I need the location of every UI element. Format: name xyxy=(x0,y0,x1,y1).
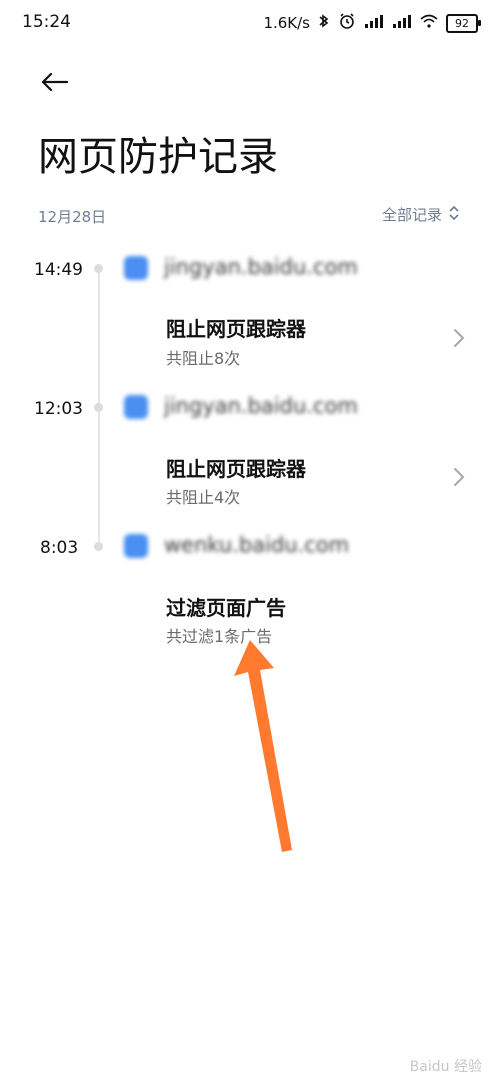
battery-indicator: 92 xyxy=(446,13,481,33)
record-time: 8:03 xyxy=(40,538,79,558)
site-domain: wenku.baidu.com xyxy=(164,533,350,557)
filter-dropdown[interactable]: 全部记录 xyxy=(382,204,460,225)
site-domain: jingyan.baidu.com xyxy=(164,394,358,418)
watermark-text: Baidu 经验 xyxy=(409,1059,482,1075)
chevron-right-icon[interactable] xyxy=(450,326,468,350)
record-subtitle: 共阻止8次 xyxy=(166,349,241,368)
status-time: 15:24 xyxy=(22,12,71,32)
date-label: 12月28日 xyxy=(38,208,107,226)
record-title[interactable]: 阻止网页跟踪器 xyxy=(166,313,306,342)
network-speed: 1.6K/s xyxy=(263,14,310,32)
record-time: 14:49 xyxy=(34,260,83,280)
status-icons: 1.6K/s 92 xyxy=(263,12,481,34)
site-icon xyxy=(124,534,148,558)
record-subtitle: 共阻止4次 xyxy=(166,488,241,507)
signal-hd-icon xyxy=(392,14,412,32)
filter-label: 全部记录 xyxy=(381,206,442,224)
signal-icon xyxy=(364,14,384,32)
record-time: 12:03 xyxy=(34,399,83,419)
page-title: 网页防护记录 xyxy=(38,134,278,180)
sort-updown-icon xyxy=(448,205,460,224)
record-title[interactable]: 阻止网页跟踪器 xyxy=(166,453,306,482)
back-button[interactable] xyxy=(30,64,78,100)
status-bar: 15:24 1.6K/s 92 xyxy=(0,0,500,44)
wifi-icon xyxy=(420,14,438,32)
site-domain: jingyan.baidu.com xyxy=(164,255,358,279)
back-arrow-icon xyxy=(41,72,69,92)
battery-level: 92 xyxy=(455,16,469,30)
site-icon xyxy=(124,256,148,280)
site-icon xyxy=(124,395,148,419)
timeline-dot xyxy=(94,403,103,412)
alarm-icon xyxy=(338,12,356,34)
timeline-dot xyxy=(94,542,103,551)
record-title[interactable]: 过滤页面广告 xyxy=(166,592,286,621)
bluetooth-icon xyxy=(318,13,330,33)
watermark-logo: Baidu 经验 xyxy=(410,1056,482,1076)
chevron-right-icon[interactable] xyxy=(450,465,468,489)
timeline-dot xyxy=(94,264,103,273)
annotation-arrow-icon xyxy=(234,640,292,852)
